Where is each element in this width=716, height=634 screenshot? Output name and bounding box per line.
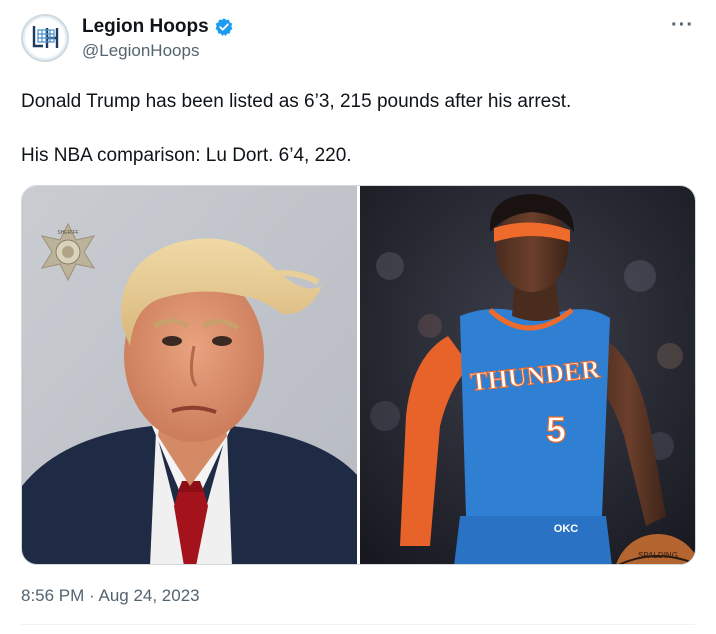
media-grid: SHERIFF THUNDER 5 OKC SPALDING bbox=[21, 185, 696, 565]
media-photo-right[interactable]: THUNDER 5 OKC SPALDING bbox=[360, 186, 695, 564]
tweet-text-line: Donald Trump has been listed as 6’3, 215… bbox=[21, 91, 572, 112]
ball-text: SPALDING bbox=[638, 551, 678, 560]
media-photo-left[interactable]: SHERIFF bbox=[22, 186, 357, 564]
sheriff-badge-text: SHERIFF bbox=[57, 230, 78, 236]
mugshot-photo-image: SHERIFF bbox=[22, 186, 357, 564]
author-display-name[interactable]: Legion Hoops bbox=[82, 16, 209, 38]
tweet-timestamp[interactable]: 8:56 PM · Aug 24, 2023 bbox=[21, 586, 200, 606]
avatar[interactable] bbox=[21, 14, 69, 62]
player-photo-image: THUNDER 5 OKC SPALDING bbox=[360, 186, 695, 564]
author-row: Legion Hoops bbox=[82, 16, 234, 38]
legion-hoops-logo-icon bbox=[25, 18, 65, 58]
tweet-text: Donald Trump has been listed as 6’3, 215… bbox=[21, 88, 701, 169]
tweet-text-line: His NBA comparison: Lu Dort. 6’4, 220. bbox=[21, 145, 352, 166]
author-handle[interactable]: @LegionHoops bbox=[82, 41, 199, 61]
shorts-text: OKC bbox=[554, 523, 579, 535]
paragraph-spacer bbox=[21, 115, 701, 142]
jersey-number-text: 5 bbox=[546, 409, 566, 450]
more-options-icon[interactable]: ··· bbox=[671, 14, 694, 37]
verified-badge-icon bbox=[214, 17, 234, 37]
divider bbox=[21, 624, 695, 625]
tweet-card: Legion Hoops @LegionHoops ··· Donald Tru… bbox=[0, 0, 716, 634]
